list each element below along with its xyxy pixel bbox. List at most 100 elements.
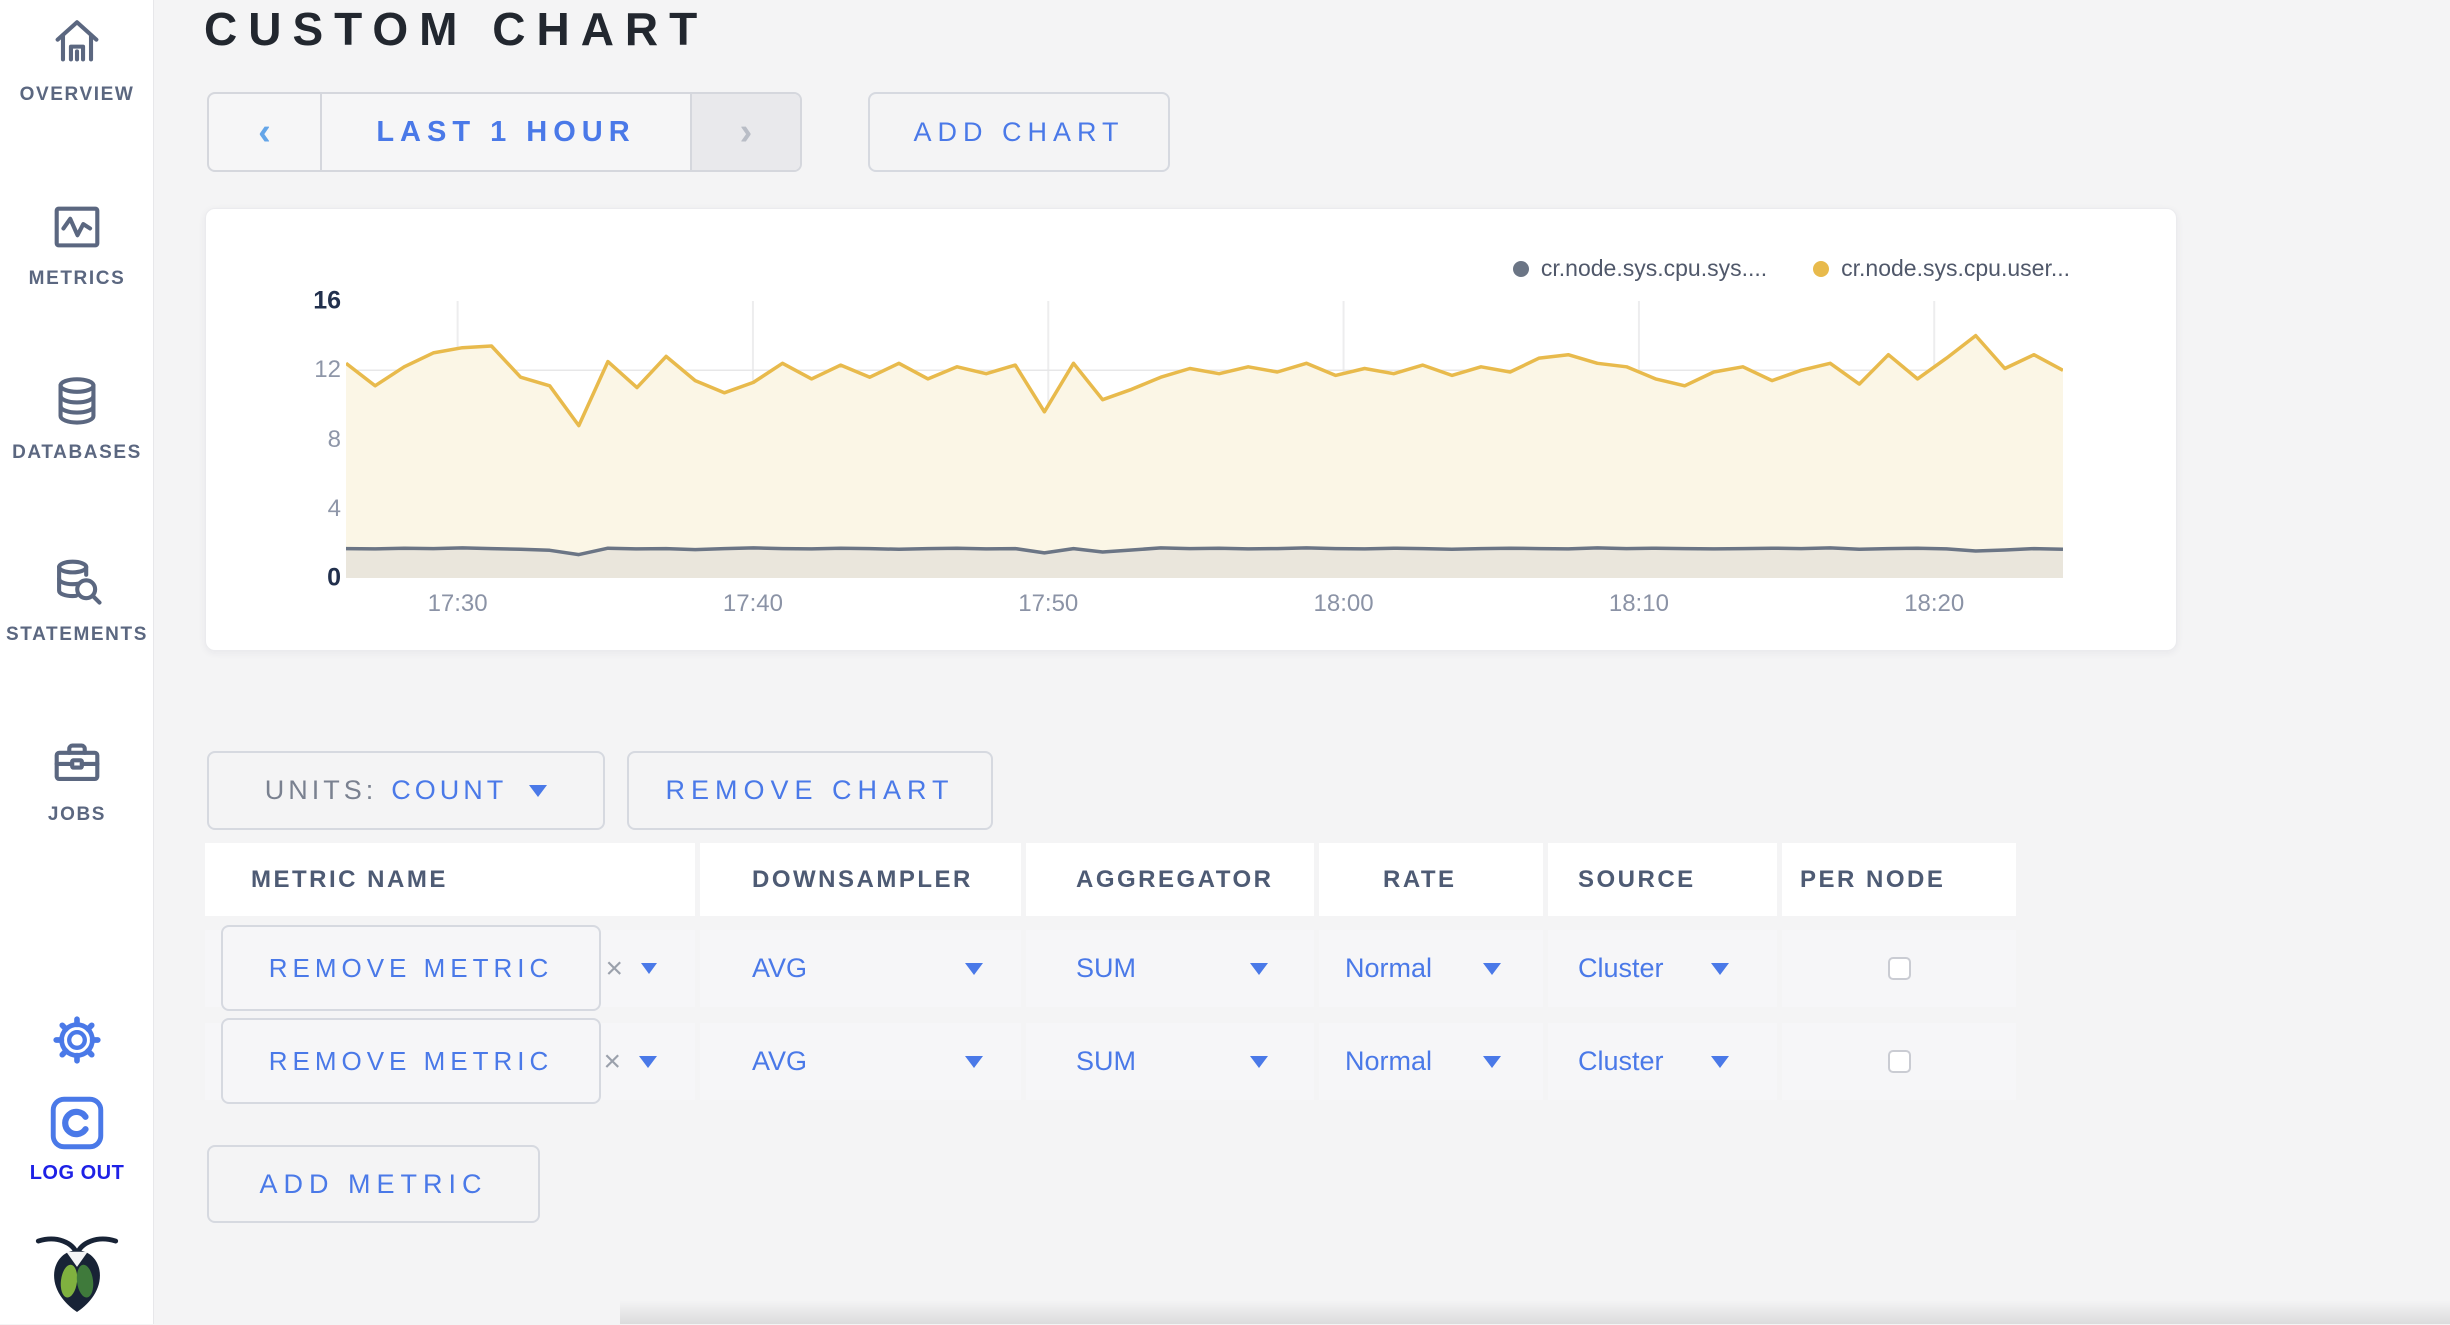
main-content: CUSTOM CHART ‹ LAST 1 HOUR › ADD CHART c… xyxy=(154,0,2450,1324)
chart-panel: cr.node.sys.cpu.sys.... cr.node.sys.cpu.… xyxy=(205,208,2177,651)
chart-legend: cr.node.sys.cpu.sys.... cr.node.sys.cpu.… xyxy=(1512,255,2070,282)
aggregator-value[interactable]: SUM xyxy=(1076,1046,1136,1077)
add-chart-button[interactable]: ADD CHART xyxy=(868,92,1170,172)
sidebar-item-jobs[interactable]: JOBS xyxy=(0,734,154,826)
bottom-scroll-shadow xyxy=(620,1300,2450,1324)
per-node-cell xyxy=(1782,1023,2016,1100)
clear-metric-icon[interactable]: × xyxy=(603,1045,621,1079)
column-header-downsampler: DOWNSAMPLER xyxy=(700,843,1021,916)
sidebar-item-databases[interactable]: DATABASES xyxy=(0,372,154,464)
x-tick-label: 18:10 xyxy=(1608,590,1669,617)
remove-metric-button[interactable]: REMOVE METRIC xyxy=(221,925,601,1011)
aggregator-cell: SUM xyxy=(1026,1023,1314,1100)
sidebar-item-label: STATEMENTS xyxy=(6,624,148,645)
source-cell: Cluster xyxy=(1548,1023,1777,1100)
legend-item[interactable]: cr.node.sys.cpu.user... xyxy=(1813,255,2070,282)
chevron-right-icon: › xyxy=(739,111,753,153)
x-axis-labels: 17:30 17:40 17:50 18:00 18:10 18:20 xyxy=(346,590,2063,620)
column-header-per-node: PER NODE xyxy=(1782,843,2016,916)
time-range-dropdown[interactable]: LAST 1 HOUR xyxy=(322,94,690,170)
aggregator-cell: SUM xyxy=(1026,930,1314,1007)
cockroachdb-bug-logo xyxy=(34,1228,120,1320)
time-range-next-button[interactable]: › xyxy=(690,94,800,170)
column-header-rate: RATE xyxy=(1319,843,1543,916)
caret-down-icon[interactable] xyxy=(639,1055,657,1068)
chart-plot-area[interactable] xyxy=(346,301,2063,578)
caret-down-icon[interactable] xyxy=(965,962,983,975)
rate-cell: Normal xyxy=(1319,930,1543,1007)
rate-value[interactable]: Normal xyxy=(1345,1046,1432,1077)
caret-down-icon[interactable] xyxy=(641,963,657,974)
cockroach-c-icon xyxy=(46,1092,108,1154)
column-header-metric-name: METRIC NAME xyxy=(205,843,695,916)
y-tick-label: 12 xyxy=(314,356,341,384)
rate-cell: Normal xyxy=(1319,1023,1543,1100)
metric-row-sys-cpu-user: sys.cpu.user.percent × AVG SUM Normal xyxy=(205,1018,2440,1104)
column-header-actions xyxy=(2021,843,2440,916)
time-range-prev-button[interactable]: ‹ xyxy=(209,94,322,170)
per-node-checkbox[interactable] xyxy=(1887,1050,1911,1073)
caret-down-icon[interactable] xyxy=(965,1055,983,1068)
sidebar-item-label: JOBS xyxy=(47,804,107,825)
caret-down-icon[interactable] xyxy=(1711,1055,1729,1068)
sidebar-item-statements[interactable]: STATEMENTS xyxy=(0,554,154,646)
aggregator-value[interactable]: SUM xyxy=(1076,953,1136,984)
y-tick-label: 8 xyxy=(327,425,341,453)
settings-gear-button[interactable] xyxy=(0,1014,154,1066)
legend-label: cr.node.sys.cpu.user... xyxy=(1841,255,2070,281)
legend-item[interactable]: cr.node.sys.cpu.sys.... xyxy=(1512,255,1768,282)
caret-down-icon[interactable] xyxy=(1250,1055,1268,1068)
downsampler-value[interactable]: AVG xyxy=(752,953,807,984)
sidebar-item-label: DATABASES xyxy=(12,442,142,463)
sidebar-item-overview[interactable]: OVERVIEW xyxy=(0,14,154,106)
source-value[interactable]: Cluster xyxy=(1578,953,1664,984)
y-tick-label: 0 xyxy=(327,563,341,592)
time-range-selector: ‹ LAST 1 HOUR › xyxy=(207,92,802,172)
legend-dot-sys xyxy=(1512,260,1529,277)
actions-cell: REMOVE METRIC xyxy=(221,925,2440,1011)
database-search-icon xyxy=(48,554,106,612)
remove-chart-button[interactable]: REMOVE CHART xyxy=(627,751,993,830)
metrics-table: METRIC NAME DOWNSAMPLER AGGREGATOR RATE … xyxy=(205,843,2440,1116)
clear-metric-icon[interactable]: × xyxy=(605,952,623,986)
per-node-checkbox[interactable] xyxy=(1887,957,1911,980)
per-node-cell xyxy=(1782,930,2016,1007)
remove-metric-button[interactable]: REMOVE METRIC xyxy=(221,1018,601,1104)
logout-button[interactable]: LOG OUT xyxy=(0,1092,154,1185)
caret-down-icon[interactable] xyxy=(1711,962,1729,975)
column-header-source: SOURCE xyxy=(1548,843,1777,916)
brand-logo xyxy=(0,1228,154,1320)
gear-icon xyxy=(51,1014,103,1066)
home-chart-icon xyxy=(48,14,106,72)
actions-cell: REMOVE METRIC xyxy=(221,1018,2440,1104)
downsampler-value[interactable]: AVG xyxy=(752,1046,807,1077)
x-tick-label: 17:50 xyxy=(1018,590,1079,617)
custom-chart-page: OVERVIEW METRICS DATABASES STATEMENTS JO… xyxy=(0,0,2450,1324)
chevron-left-icon: ‹ xyxy=(258,111,271,153)
sidebar-item-label: OVERVIEW xyxy=(19,84,135,105)
downsampler-cell: AVG xyxy=(700,1023,1021,1100)
y-tick-label: 16 xyxy=(313,286,341,315)
source-value[interactable]: Cluster xyxy=(1578,1046,1664,1077)
caret-down-icon[interactable] xyxy=(1483,962,1501,975)
caret-down-icon xyxy=(529,784,548,797)
caret-down-icon[interactable] xyxy=(1250,962,1268,975)
units-value: COUNT xyxy=(391,775,508,805)
sidebar-item-label: METRICS xyxy=(28,268,126,289)
metric-row-sys-cpu-sys: sys.cpu.sys.percent × AVG SUM Normal xyxy=(205,925,2440,1011)
y-tick-label: 4 xyxy=(327,494,341,522)
x-tick-label: 17:40 xyxy=(722,590,783,617)
units-dropdown[interactable]: UNITS: COUNT xyxy=(207,751,605,830)
database-icon xyxy=(48,372,106,430)
add-metric-button[interactable]: ADD METRIC xyxy=(207,1145,540,1223)
logout-label: LOG OUT xyxy=(29,1162,125,1184)
sidebar: OVERVIEW METRICS DATABASES STATEMENTS JO… xyxy=(0,0,154,1324)
rate-value[interactable]: Normal xyxy=(1345,953,1432,984)
briefcase-icon xyxy=(48,734,106,792)
metrics-table-header: METRIC NAME DOWNSAMPLER AGGREGATOR RATE … xyxy=(205,843,2440,916)
legend-label: cr.node.sys.cpu.sys.... xyxy=(1540,255,1768,281)
page-title: CUSTOM CHART xyxy=(204,3,709,55)
caret-down-icon[interactable] xyxy=(1483,1055,1501,1068)
sidebar-item-metrics[interactable]: METRICS xyxy=(0,198,154,290)
x-tick-label: 18:00 xyxy=(1313,590,1374,617)
